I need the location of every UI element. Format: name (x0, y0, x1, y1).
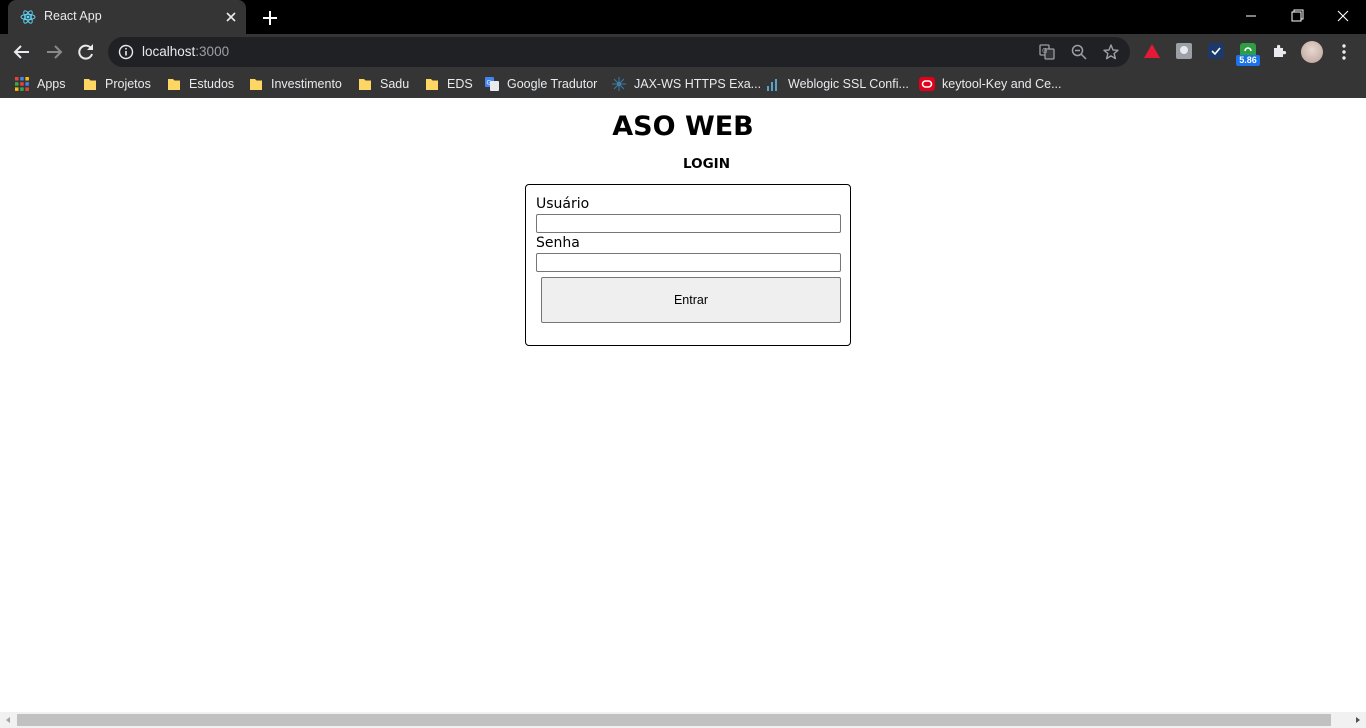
horizontal-scrollbar[interactable] (0, 712, 1366, 728)
submit-button[interactable]: Entrar (541, 277, 841, 323)
login-form: Usuário Senha Entrar (525, 184, 851, 346)
tab-strip: React App (0, 0, 1366, 34)
scroll-right-arrow-icon[interactable] (1353, 715, 1363, 725)
red-triangle-extension-icon[interactable] (1143, 42, 1161, 60)
translate-icon[interactable]: G (1038, 43, 1056, 61)
forward-arrow-icon[interactable] (40, 38, 68, 66)
page-subtitle: LOGIN (683, 156, 730, 172)
url-text: localhost:3000 (142, 44, 229, 59)
new-tab-plus-icon[interactable] (258, 6, 282, 30)
bookmark-star-icon[interactable] (1102, 43, 1120, 61)
apps-grid-icon (15, 77, 29, 91)
folder-icon (168, 79, 180, 90)
folder-icon (250, 79, 262, 90)
oracle-icon (919, 77, 935, 91)
check-shield-extension-icon[interactable] (1207, 42, 1225, 60)
site-favicon-icon (612, 77, 626, 91)
username-label: Usuário (536, 196, 590, 212)
bookmark-label: Sadu (380, 77, 410, 91)
extensions-puzzle-icon[interactable] (1271, 42, 1289, 60)
bookmark-keytool[interactable]: keytool-Key and Ce... (919, 75, 1062, 93)
site-favicon-icon (767, 79, 777, 91)
svg-text:G: G (1042, 47, 1047, 55)
page-title: ASO WEB (612, 111, 754, 142)
browser-toolbar: localhost:3000 G 5.86 (0, 34, 1366, 70)
bookmark-investimento[interactable]: Investimento (248, 75, 342, 93)
bookmark-projetos[interactable]: Projetos (82, 75, 151, 93)
bookmark-sadu[interactable]: Sadu (357, 75, 409, 93)
svg-text:G: G (487, 80, 492, 87)
bookmark-label: Weblogic SSL Confi... (788, 77, 909, 91)
password-input[interactable] (536, 253, 841, 272)
url-port: :3000 (195, 44, 230, 59)
bookmark-eds[interactable]: EDS (424, 75, 473, 93)
bookmark-weblogic-ssl[interactable]: Weblogic SSL Confi... (765, 75, 909, 93)
bookmark-estudos[interactable]: Estudos (166, 75, 234, 93)
bookmark-label: Apps (37, 77, 66, 91)
google-translate-icon: G (485, 77, 499, 91)
tab-title: React App (44, 9, 102, 23)
react-logo-icon (20, 10, 36, 24)
site-info-icon[interactable] (118, 44, 134, 60)
reload-icon[interactable] (72, 38, 100, 66)
password-label: Senha (536, 235, 580, 251)
bookmark-label: EDS (447, 77, 473, 91)
bookmark-apps[interactable]: Apps (14, 75, 66, 93)
scroll-left-arrow-icon[interactable] (3, 715, 13, 725)
close-window-icon[interactable] (1320, 0, 1366, 32)
profile-avatar[interactable] (1301, 41, 1323, 63)
bookmark-label: Investimento (271, 77, 342, 91)
username-input[interactable] (536, 214, 841, 233)
scrollbar-thumb[interactable] (17, 714, 1331, 726)
url-host: localhost (142, 44, 196, 59)
back-arrow-icon[interactable] (8, 38, 36, 66)
folder-icon (359, 79, 371, 90)
bookmark-label: JAX-WS HTTPS Exa... (634, 77, 762, 91)
bookmark-label: Estudos (189, 77, 235, 91)
restore-window-icon[interactable] (1274, 0, 1320, 32)
bookmark-label: keytool-Key and Ce... (942, 77, 1062, 91)
bookmarks-bar: Apps Projetos Estudos Investimento Sadu … (0, 70, 1366, 98)
bookmark-label: Google Tradutor (507, 77, 598, 91)
extension-badge: 5.86 (1236, 55, 1260, 66)
zoom-out-icon[interactable] (1070, 43, 1088, 61)
close-tab-icon[interactable] (222, 8, 240, 26)
page-content: ASO WEB LOGIN Usuário Senha Entrar (0, 98, 1366, 712)
folder-icon (84, 79, 96, 90)
tab-react-app[interactable]: React App (8, 0, 246, 34)
minimize-window-icon[interactable] (1228, 0, 1274, 32)
folder-icon (426, 79, 438, 90)
bookmark-label: Projetos (105, 77, 151, 91)
bookmark-google-tradutor[interactable]: G Google Tradutor (484, 75, 597, 93)
kebab-menu-icon[interactable] (1334, 42, 1354, 62)
address-bar[interactable]: localhost:3000 G (108, 37, 1130, 67)
bookmark-jax-ws[interactable]: JAX-WS HTTPS Exa... (611, 75, 761, 93)
grey-extension-icon[interactable] (1175, 42, 1193, 60)
